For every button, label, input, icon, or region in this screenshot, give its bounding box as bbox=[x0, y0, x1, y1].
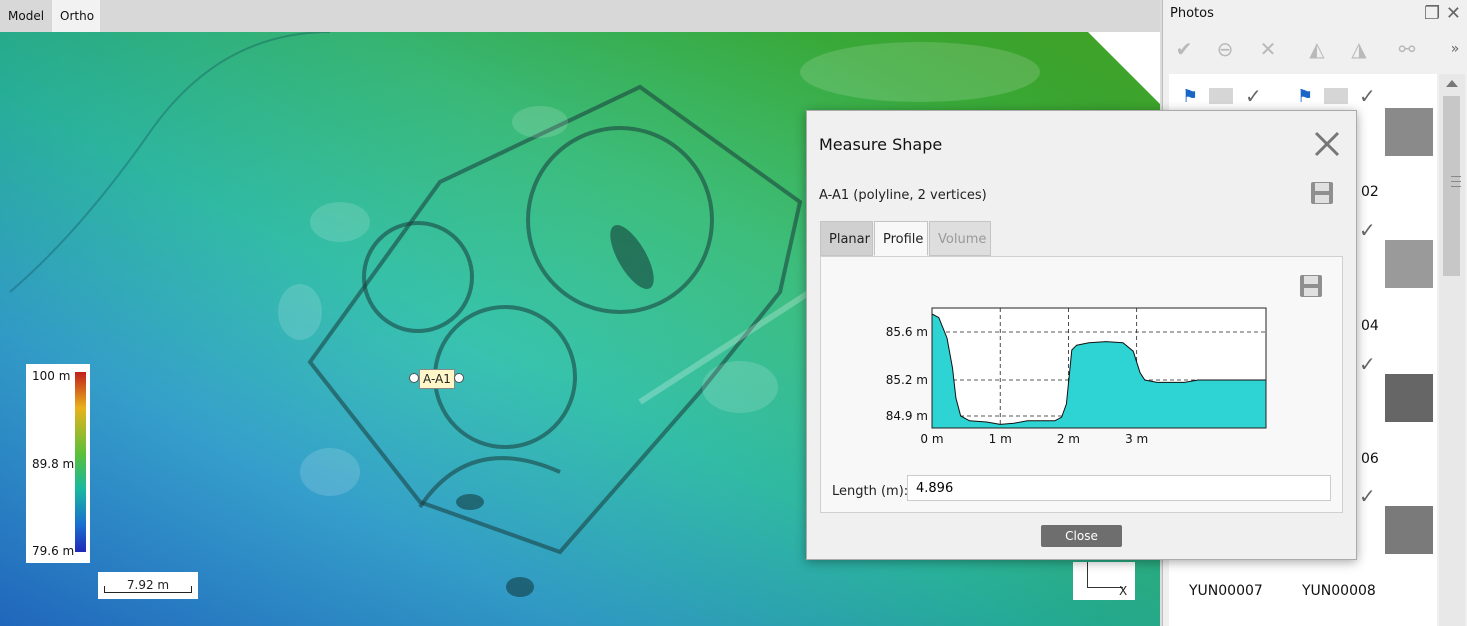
photos-toolbar: ✔ ⊖ ✕ ◭ ◮ ⚯ » bbox=[1163, 32, 1467, 66]
photo-thumbnail[interactable] bbox=[1385, 374, 1433, 422]
tab-ortho[interactable]: Ortho bbox=[52, 0, 100, 32]
close-button[interactable]: Close bbox=[1041, 525, 1122, 547]
scale-bar: 7.92 m bbox=[98, 572, 198, 599]
checkmark-icon: ✓ bbox=[1359, 218, 1376, 242]
legend-max-label: 100 m bbox=[32, 369, 71, 383]
x-tick-label: 1 m bbox=[989, 432, 1012, 446]
scrollbar-grip-line bbox=[1451, 181, 1461, 182]
restore-window-icon[interactable]: ❐ bbox=[1424, 3, 1440, 24]
shape-description: A-A1 (polyline, 2 vertices) bbox=[819, 188, 987, 203]
y-tick-label: 84.9 m bbox=[886, 409, 928, 423]
close-icon[interactable]: ✕ bbox=[1256, 37, 1280, 61]
scroll-up-arrow-icon[interactable] bbox=[1446, 80, 1458, 87]
photo-name[interactable]: YUN00008 bbox=[1302, 583, 1376, 599]
x-tick-label: 3 m bbox=[1125, 432, 1148, 446]
scrollbar-grip-line bbox=[1451, 176, 1461, 177]
axis-x-label: X bbox=[1119, 584, 1128, 598]
profile-line-label[interactable]: A-A1 bbox=[419, 369, 455, 389]
elevation-color-ramp bbox=[75, 372, 86, 552]
photo-name-partial: 06 bbox=[1361, 451, 1379, 467]
sharpen-icon[interactable]: ◭ bbox=[1305, 37, 1329, 61]
axis-lines bbox=[1087, 562, 1123, 588]
axis-indicator: X bbox=[1073, 562, 1135, 600]
tab-profile[interactable]: Profile bbox=[874, 221, 928, 256]
photo-name-partial: 02 bbox=[1361, 184, 1379, 200]
legend-min-label: 79.6 m bbox=[32, 544, 75, 558]
checkmark-icon: ✓ bbox=[1245, 84, 1262, 108]
dialog-title: Measure Shape bbox=[819, 135, 943, 154]
photo-name[interactable]: YUN00007 bbox=[1189, 583, 1263, 599]
photo-thumbnail[interactable] bbox=[1385, 108, 1433, 156]
panel-window-buttons: ❐ ✕ bbox=[1424, 3, 1461, 24]
flag-icon[interactable]: ⚑ bbox=[1182, 86, 1202, 107]
tab-volume: Volume bbox=[929, 221, 991, 256]
y-tick-label: 85.2 m bbox=[886, 373, 928, 387]
checkmark-icon: ✓ bbox=[1359, 352, 1376, 376]
binoculars-icon[interactable]: ⚯ bbox=[1395, 37, 1419, 61]
save-profile-icon[interactable] bbox=[1299, 274, 1323, 298]
profile-panel: 85.6 m 85.2 m 84.9 m 0 m 1 m 2 m 3 m Length (… bbox=[820, 256, 1343, 513]
vertex-handle-end[interactable] bbox=[454, 373, 464, 383]
legend-mid-label: 89.8 m bbox=[32, 457, 75, 471]
close-panel-icon[interactable]: ✕ bbox=[1446, 3, 1461, 24]
checkmark-icon: ✓ bbox=[1359, 84, 1376, 108]
y-tick-label: 85.6 m bbox=[886, 325, 928, 339]
photo-thumbnail[interactable] bbox=[1385, 240, 1433, 288]
close-dialog-icon[interactable] bbox=[1312, 129, 1342, 159]
x-tick-label: 0 m bbox=[920, 432, 943, 446]
x-tick-label: 2 m bbox=[1057, 432, 1080, 446]
scrollbar-thumb[interactable] bbox=[1443, 96, 1461, 276]
length-field[interactable] bbox=[907, 475, 1331, 501]
tab-model[interactable]: Model bbox=[0, 0, 52, 32]
tab-planar[interactable]: Planar bbox=[820, 221, 873, 256]
vertex-handle-start[interactable] bbox=[409, 373, 419, 383]
length-label: Length (m): bbox=[832, 484, 909, 499]
flag-icon[interactable]: ⚑ bbox=[1297, 86, 1317, 107]
scale-bar-value: 7.92 m bbox=[126, 578, 170, 592]
blur-icon[interactable]: ◮ bbox=[1347, 37, 1371, 61]
photo-status-icon bbox=[1209, 88, 1233, 104]
more-icon[interactable]: » bbox=[1443, 37, 1467, 61]
checkmark-icon: ✓ bbox=[1359, 484, 1376, 508]
save-icon[interactable] bbox=[1310, 181, 1334, 205]
elevation-profile-chart: 85.6 m 85.2 m 84.9 m 0 m 1 m 2 m 3 m bbox=[886, 307, 1267, 446]
elevation-legend: 100 m 89.8 m 79.6 m bbox=[26, 364, 90, 563]
measure-shape-dialog: Measure Shape A-A1 (polyline, 2 vertices… bbox=[806, 110, 1357, 560]
photos-panel-title: Photos bbox=[1170, 6, 1214, 21]
photo-thumbnail[interactable] bbox=[1385, 506, 1433, 554]
minus-icon[interactable]: ⊖ bbox=[1213, 37, 1237, 61]
photos-scrollbar[interactable] bbox=[1439, 74, 1465, 626]
photo-status-icon bbox=[1324, 88, 1348, 104]
photo-name-partial: 04 bbox=[1361, 318, 1379, 334]
check-icon[interactable]: ✔ bbox=[1172, 37, 1196, 61]
scrollbar-grip-line bbox=[1451, 186, 1461, 187]
view-tabstrip: Model Ortho bbox=[0, 0, 1160, 32]
